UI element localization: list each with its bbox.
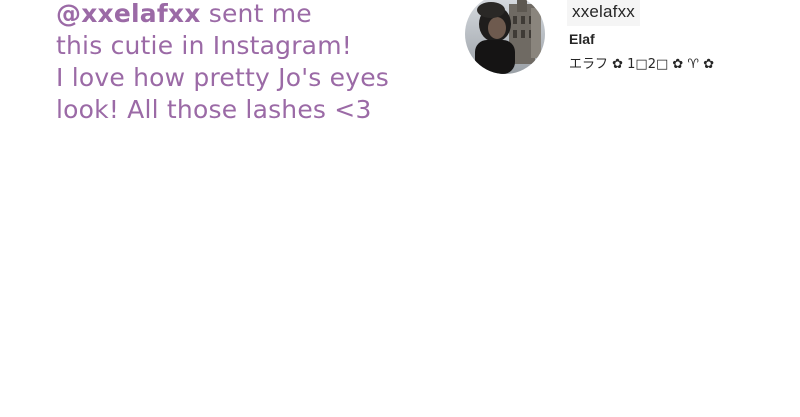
caption-line-2: this cutie in Instagram!: [56, 31, 352, 60]
profile-username[interactable]: xxelafxx: [567, 0, 641, 26]
avatar[interactable]: [465, 0, 545, 74]
profile-photo-icon: [465, 0, 545, 74]
caption-line-3: I love how pretty Jo's eyes: [56, 63, 390, 92]
caption-line-1: @xxelafxx sent me: [56, 0, 446, 30]
caption-line-4: look! All those lashes <3: [56, 95, 372, 124]
profile-display-name: Elaf: [569, 31, 595, 47]
profile-card: xxelafxx Elaf エラフ ✿ 1□2□ ✿ ♈ ✿: [465, 0, 785, 80]
caption-handle[interactable]: @xxelafxx: [56, 0, 201, 28]
profile-bio: エラフ ✿ 1□2□ ✿ ♈ ✿: [569, 57, 715, 72]
caption-line-1-rest: sent me: [200, 0, 312, 28]
caption-text: @xxelafxx sent me this cutie in Instagra…: [56, 0, 446, 126]
